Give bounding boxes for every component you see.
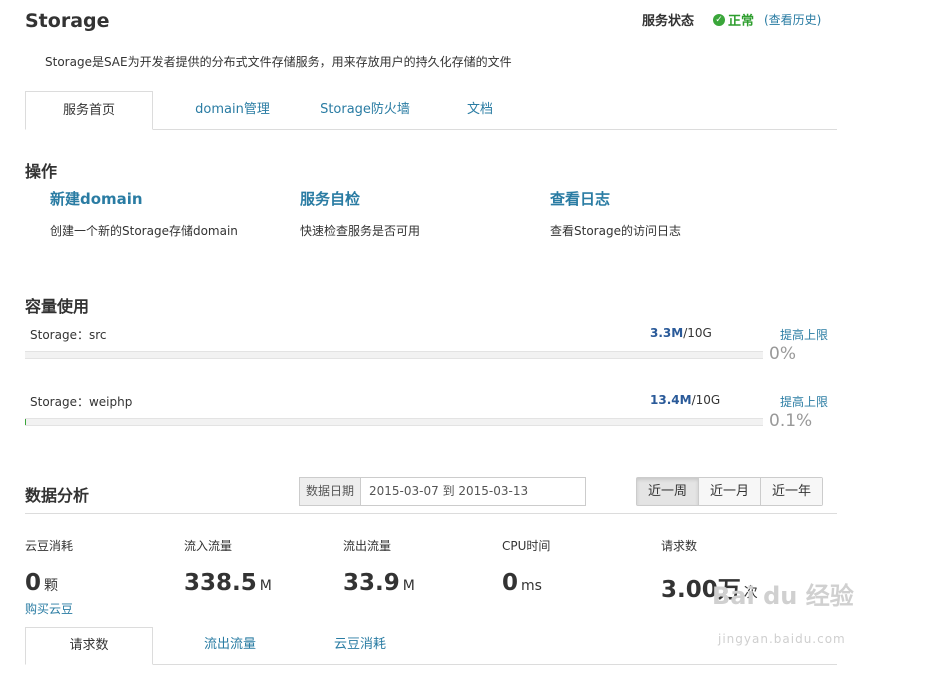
service-status-label: 服务状态 bbox=[642, 14, 695, 29]
tab-storage-firewall[interactable]: Storage防火墙 bbox=[295, 91, 435, 128]
storage-src-used: 3.3M bbox=[650, 326, 684, 340]
range-selector: 近一周 近一月 近一年 bbox=[636, 477, 824, 506]
create-domain-link[interactable]: 新建domain bbox=[50, 188, 143, 209]
metric-label-inbound: 流入流量 bbox=[184, 539, 233, 553]
tab-domain-management[interactable]: domain管理 bbox=[175, 91, 290, 128]
storage-src-percent: 0% bbox=[769, 344, 796, 364]
service-description: Storage是SAE为开发者提供的分布式文件存储服务，用来存放用户的持久化存储… bbox=[45, 55, 512, 69]
analysis-divider bbox=[25, 513, 837, 514]
metric-value-cpu: 0 ms bbox=[502, 570, 542, 596]
view-logs-desc: 查看Storage的访问日志 bbox=[550, 224, 681, 238]
metric-label-cpu: CPU时间 bbox=[502, 539, 551, 553]
metric-unit: ms bbox=[521, 578, 542, 594]
metric-number: 33.9 bbox=[343, 570, 400, 596]
main-tabs: 服务首页 domain管理 Storage防火墙 文档 bbox=[25, 91, 837, 130]
date-range-value[interactable]: 2015-03-07 到 2015-03-13 bbox=[361, 478, 536, 505]
storage-weiphp-usage-fill bbox=[25, 419, 27, 425]
view-logs-link[interactable]: 查看日志 bbox=[550, 188, 610, 209]
self-check-desc: 快速检查服务是否可用 bbox=[300, 224, 421, 238]
service-status-value: ✓ 正常 bbox=[713, 10, 754, 29]
baidu-watermark-logo: Bai du 经验 bbox=[712, 582, 854, 610]
tab-docs[interactable]: 文档 bbox=[445, 91, 515, 128]
metric-value-outbound: 33.9 M bbox=[343, 570, 415, 596]
data-analysis-title: 数据分析 bbox=[25, 486, 90, 505]
chart-tabs: 请求数 流出流量 云豆消耗 bbox=[25, 627, 837, 665]
metric-unit: M bbox=[402, 578, 415, 594]
storage-src-usage: 3.3M/10G bbox=[650, 326, 712, 340]
range-year-button[interactable]: 近一年 bbox=[761, 478, 823, 505]
tab-requests[interactable]: 请求数 bbox=[25, 627, 153, 665]
status-text: 正常 bbox=[728, 14, 755, 29]
page-title: Storage bbox=[25, 10, 110, 32]
metric-label-cloudbean: 云豆消耗 bbox=[25, 539, 74, 553]
metric-label-requests: 请求数 bbox=[661, 539, 698, 553]
tab-service-home[interactable]: 服务首页 bbox=[25, 91, 153, 130]
self-check-link[interactable]: 服务自检 bbox=[300, 188, 360, 209]
storage-weiphp-name: Storage：weiphp bbox=[30, 395, 133, 409]
metric-unit: M bbox=[259, 578, 272, 594]
metric-value-cloudbean: 0颗 bbox=[25, 570, 58, 596]
tab-outbound-traffic[interactable]: 流出流量 bbox=[175, 627, 285, 663]
range-week-button[interactable]: 近一周 bbox=[637, 478, 700, 505]
operations-title: 操作 bbox=[25, 162, 58, 181]
storage-src-raise-limit-link[interactable]: 提高上限 bbox=[780, 326, 828, 343]
storage-weiphp-used: 13.4M bbox=[650, 393, 692, 407]
date-range-field[interactable]: 数据日期 2015-03-07 到 2015-03-13 bbox=[299, 477, 586, 506]
storage-src-name: Storage：src bbox=[30, 328, 107, 342]
storage-weiphp-usage-bar bbox=[25, 418, 763, 426]
create-domain-desc: 创建一个新的Storage存储domain bbox=[50, 224, 238, 238]
storage-weiphp-total: /10G bbox=[691, 393, 721, 407]
metric-unit: 颗 bbox=[44, 578, 59, 594]
storage-src-total: /10G bbox=[683, 326, 712, 340]
storage-weiphp-usage: 13.4M/10G bbox=[650, 393, 720, 407]
storage-weiphp-percent: 0.1% bbox=[769, 411, 813, 431]
metric-number: 0 bbox=[502, 570, 519, 596]
view-history-link[interactable]: (查看历史) bbox=[764, 11, 821, 28]
storage-src-usage-bar bbox=[25, 351, 763, 359]
buy-cloudbean-link[interactable]: 购买云豆 bbox=[25, 600, 73, 617]
capacity-usage-title: 容量使用 bbox=[25, 297, 90, 316]
check-circle-icon: ✓ bbox=[713, 13, 725, 26]
baidu-watermark-url: jingyan.baidu.com bbox=[718, 632, 846, 646]
date-range-label: 数据日期 bbox=[300, 478, 362, 505]
metric-value-inbound: 338.5 M bbox=[184, 570, 272, 596]
metric-label-outbound: 流出流量 bbox=[343, 539, 392, 553]
range-month-button[interactable]: 近一月 bbox=[699, 478, 762, 505]
metric-number: 0 bbox=[25, 570, 42, 596]
metric-number: 338.5 bbox=[184, 570, 257, 596]
tab-cloudbean-usage[interactable]: 云豆消耗 bbox=[305, 627, 415, 663]
storage-weiphp-raise-limit-link[interactable]: 提高上限 bbox=[780, 393, 828, 410]
